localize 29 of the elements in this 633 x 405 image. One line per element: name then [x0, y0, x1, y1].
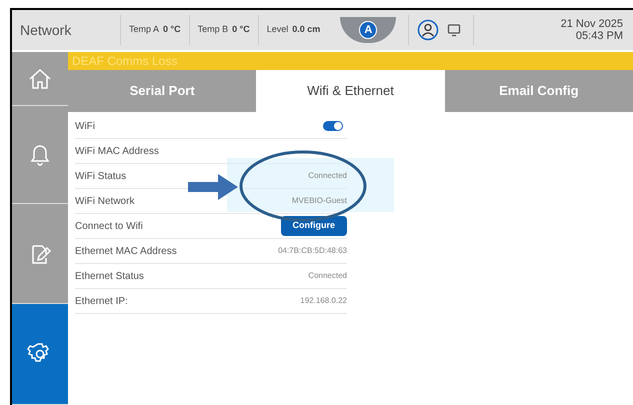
- reading-value: 0 °C: [232, 23, 250, 36]
- setting-value: Connected: [308, 270, 347, 282]
- setting-value: MVEBIO-Guest: [292, 195, 347, 207]
- user-icon[interactable]: [417, 19, 440, 41]
- reading-value: 0 °C: [163, 23, 181, 36]
- monitor-icon[interactable]: [447, 23, 462, 37]
- time-text: 05:43 PM: [574, 30, 623, 42]
- setting-value: 04:7B:CB:5D:48:63: [278, 245, 347, 257]
- nav-button[interactable]: [12, 304, 68, 405]
- setting-value: 192.168.0.22: [300, 295, 347, 307]
- toggle-switch[interactable]: [323, 121, 343, 131]
- reading-value: 0.0 cm: [292, 23, 320, 36]
- mode-badge: A: [359, 21, 378, 39]
- setting-label: Ethernet MAC Address: [75, 244, 177, 258]
- date-text: 21 Nov 2025: [560, 18, 623, 30]
- setting-label: WiFi: [75, 120, 95, 134]
- reading-label: Temp B: [198, 23, 228, 36]
- alarm-banner: DEAF Comms Loss: [68, 52, 633, 70]
- setting-value: Connected: [308, 170, 347, 182]
- setting-label: WiFi Status: [75, 170, 126, 184]
- setting-label: Ethernet IP:: [75, 294, 128, 308]
- setting-label: Connect to Wifi: [75, 220, 143, 234]
- setting-label: Ethernet Status: [75, 270, 144, 284]
- annotation-arrow: [188, 172, 240, 202]
- reading-label: Temp A: [129, 23, 160, 36]
- reading-label: Level: [266, 23, 288, 36]
- setting-label: WiFi MAC Address: [75, 144, 159, 158]
- setting-label: WiFi Network: [75, 194, 134, 208]
- screen-title: Network: [19, 20, 72, 40]
